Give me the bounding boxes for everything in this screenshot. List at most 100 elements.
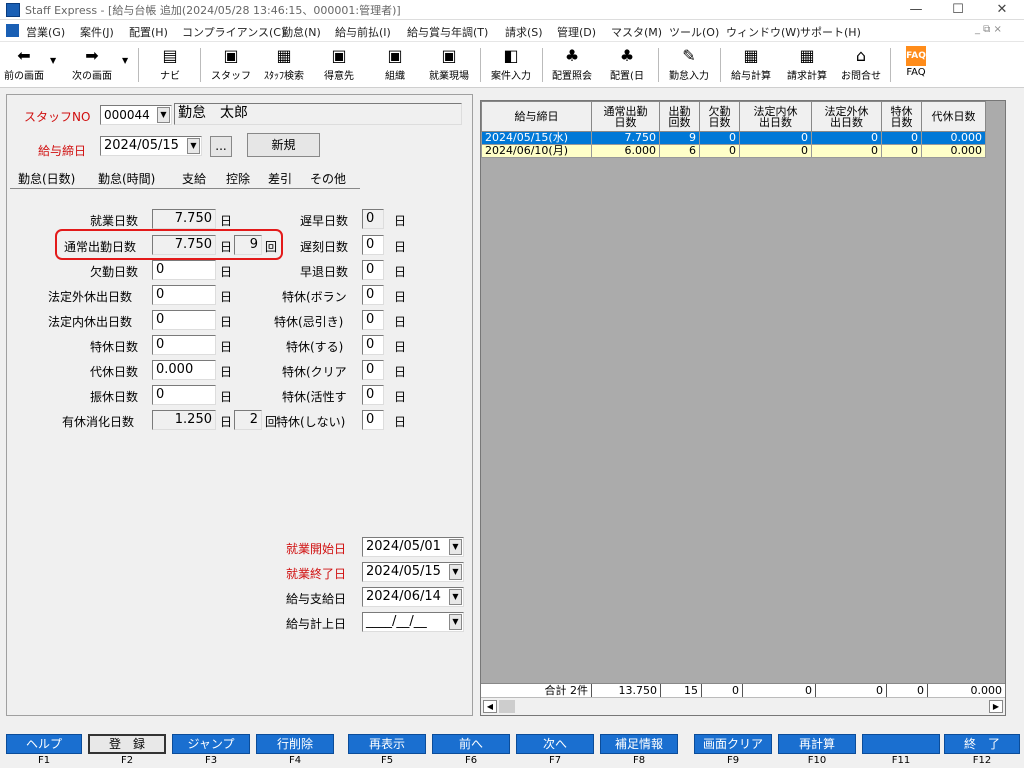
menu-billing[interactable]: 請求(S) [505,24,543,40]
table-row[interactable]: 2024/05/15(水) 7.750 9 0 0 0 0 0.000 [481,131,986,145]
regular-attendance-days-unit: 日 [220,240,233,254]
horizontal-scrollbar[interactable]: ◀ ▶ [481,697,1005,715]
statutory-holiday-work-label: 法定内休出日数 [48,315,133,329]
work-days-unit: 日 [220,214,233,228]
menu-job[interactable]: 案件(J) [80,24,114,40]
col-compensatory-days[interactable]: 代休日数 [921,101,986,132]
menu-placement[interactable]: 配置(H) [129,24,168,40]
menu-sales[interactable]: 営業(G) [26,24,65,40]
col-regular-days[interactable]: 通常出勤 日数 [591,101,660,132]
toolbar-inquiry-button[interactable]: ⌂ お問合せ [836,44,886,86]
special-clear-label: 特休(クリア [282,365,347,379]
toolbar-back-button[interactable]: ⬅ 前の画面 [0,44,48,86]
f11-button[interactable] [862,734,940,754]
statutory-holiday-work-input[interactable]: 0 [152,310,216,330]
toolbar-payroll-calc-button[interactable]: ▦ 給与計算 [724,44,778,86]
pay-record-date-select[interactable]: ____/__/__ ▼ [362,612,464,632]
compensatory-leave-days-input[interactable]: 0.000 [152,360,216,380]
toolbar-attendance-input-button[interactable]: ✎ 勤怠入力 [662,44,716,86]
maximize-button[interactable]: ☐ [938,0,978,20]
chevron-down-icon: ▼ [449,564,462,580]
menu-compliance[interactable]: コンプライアンス(C) [182,24,285,40]
menu-master[interactable]: マスタ(M) [611,24,662,40]
menu-tools[interactable]: ツール(O) [669,24,719,40]
late-days-input[interactable]: 0 [362,235,384,255]
special-volunteer-input[interactable]: 0 [362,285,384,305]
toolbar-navi-button[interactable]: ▤ ナビ [148,44,192,86]
tab-attendance-hours[interactable]: 勤怠(時間) [98,170,155,187]
toolbar-billing-calc-button[interactable]: ▦ 請求計算 [780,44,834,86]
absence-days-input[interactable]: 0 [152,260,216,280]
pay-close-date-select[interactable]: 2024/05/15 ▼ [100,136,202,156]
new-button[interactable]: 新規 [247,133,320,157]
regular-attendance-count-field: 9 [234,235,262,255]
f4-delete-row-button[interactable]: 行削除 [256,734,334,754]
tab-other[interactable]: その他 [310,170,346,187]
tab-payment[interactable]: 支給 [182,170,206,187]
menu-advance-pay[interactable]: 給与前払(I) [335,24,391,40]
f7-next-button[interactable]: 次へ [516,734,594,754]
special-clear-input[interactable]: 0 [362,360,384,380]
scroll-right-icon[interactable]: ▶ [989,700,1003,713]
toolbar-staff-button[interactable]: ▣ スタッフ [208,44,254,86]
special-leave-days-input[interactable]: 0 [152,335,216,355]
f3-jump-button[interactable]: ジャンプ [172,734,250,754]
f2-register-button[interactable]: 登 録 [88,734,166,754]
non-statutory-holiday-work-input[interactable]: 0 [152,285,216,305]
menu-window[interactable]: ウィンドウ(W) [726,24,800,40]
toolbar-forward-button[interactable]: ➡ 次の画面 [62,44,122,86]
f1-help-button[interactable]: ヘルプ [6,734,82,754]
pay-close-browse-button[interactable]: ... [210,136,232,157]
toolbar-placement-button[interactable]: ♣ 配置(日 [602,44,652,86]
toolbar-organization-button[interactable]: ▣ 組織 [372,44,418,86]
tab-difference[interactable]: 差引 [268,170,292,187]
special-none-input[interactable]: 0 [362,410,384,430]
menu-payroll[interactable]: 給与賞与年調(T) [407,24,488,40]
table-row[interactable]: 2024/06/10(月) 6.000 6 0 0 0 0 0.000 [481,144,986,158]
tab-deduction[interactable]: 控除 [226,170,250,187]
substitute-holiday-days-input[interactable]: 0 [152,385,216,405]
col-statutory-holiday-work[interactable]: 法定内休 出日数 [739,101,812,132]
f8-supplement-info-button[interactable]: 補足情報 [600,734,678,754]
f10-recalculate-button[interactable]: 再計算 [778,734,856,754]
function-key-bar: ヘルプ F1 登 録 F2 ジャンプ F3 行削除 F4 再表示 F5 前へ F… [0,731,1024,768]
f5-refresh-button[interactable]: 再表示 [348,734,426,754]
toolbar-worksite-button[interactable]: ▣ 就業現場 [422,44,476,86]
f12-exit-button[interactable]: 終 了 [944,734,1020,754]
app-icon [6,3,20,17]
grid-totals-row: 合計 2件 13.750 15 0 0 0 0 0.000 [481,683,1005,698]
work-start-date-select[interactable]: 2024/05/01 ▼ [362,537,464,557]
col-attendance-count[interactable]: 出勤 回数 [659,101,700,132]
forward-dropdown-icon[interactable]: ▼ [122,56,128,65]
col-non-statutory-holiday-work[interactable]: 法定外休 出日数 [811,101,882,132]
special-activate-label: 特休(活性す [282,390,347,404]
close-button[interactable]: ✕ [982,0,1022,20]
special-bereavement-input[interactable]: 0 [362,310,384,330]
job-entry-icon: ◧ [503,46,519,65]
toolbar-placement-inquiry-button[interactable]: ♣ 配置照会 [546,44,598,86]
work-end-date-select[interactable]: 2024/05/15 ▼ [362,562,464,582]
tab-attendance-days[interactable]: 勤怠(日数) [18,170,75,187]
special-activate-input[interactable]: 0 [362,385,384,405]
special-do-input[interactable]: 0 [362,335,384,355]
col-special-leave[interactable]: 特休 日数 [881,101,922,132]
col-pay-close-date[interactable]: 給与締日 [481,101,592,132]
f6-previous-button[interactable]: 前へ [432,734,510,754]
toolbar-job-entry-button[interactable]: ◧ 案件入力 [484,44,538,86]
menu-management[interactable]: 管理(D) [557,24,596,40]
early-leave-days-input[interactable]: 0 [362,260,384,280]
minimize-button[interactable]: — [896,0,936,20]
back-dropdown-icon[interactable]: ▼ [50,56,56,65]
toolbar-client-button[interactable]: ▣ 得意先 [316,44,362,86]
scroll-thumb[interactable] [499,700,515,713]
f9-clear-screen-button[interactable]: 画面クリア [694,734,772,754]
toolbar-staff-search-button[interactable]: ▦ ｽﾀｯﾌ検索 [256,44,312,86]
toolbar-faq-button[interactable]: FAQ FAQ [896,44,936,86]
menu-attendance[interactable]: 勤怠(N) [282,24,321,40]
menu-support[interactable]: サポート(H) [800,24,861,40]
scroll-left-icon[interactable]: ◀ [483,700,497,713]
staff-no-select[interactable]: 000044 ▼ [100,105,172,125]
mdi-controls[interactable]: _ ⧉ × [975,24,1002,35]
pay-date-select[interactable]: 2024/06/14 ▼ [362,587,464,607]
col-absence-days[interactable]: 欠勤 日数 [699,101,740,132]
